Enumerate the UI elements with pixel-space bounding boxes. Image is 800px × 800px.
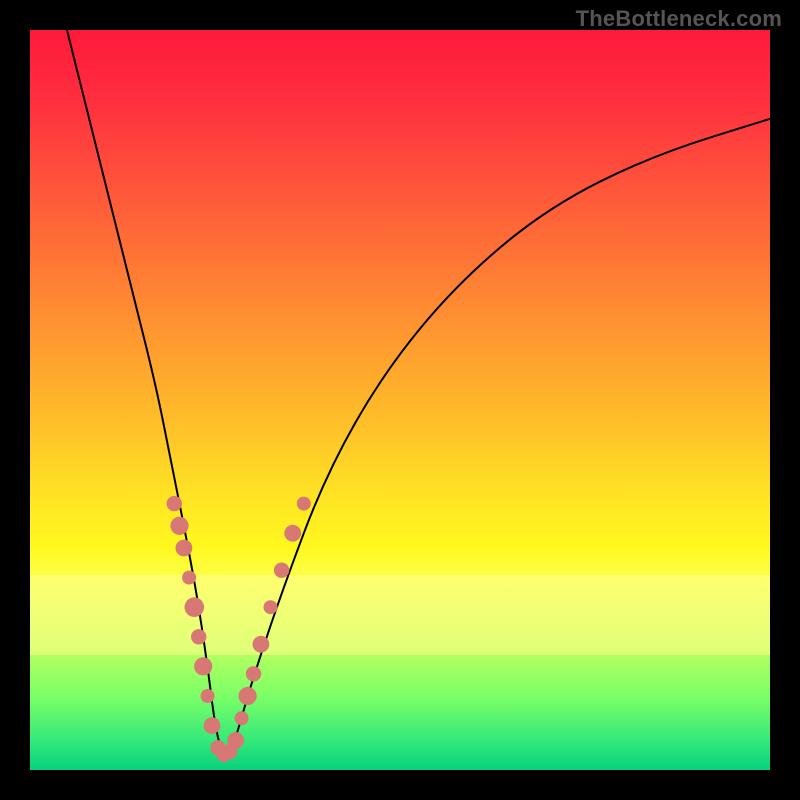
data-markers-group xyxy=(167,496,311,762)
data-marker xyxy=(264,600,278,614)
data-marker xyxy=(284,525,301,542)
data-marker xyxy=(170,517,188,535)
data-marker xyxy=(176,540,193,557)
data-marker xyxy=(182,571,196,585)
data-marker xyxy=(227,732,244,749)
data-marker xyxy=(201,689,215,703)
chart-frame xyxy=(30,30,770,770)
chart-svg xyxy=(30,30,770,770)
data-marker xyxy=(235,711,249,725)
data-marker xyxy=(274,563,289,578)
data-marker xyxy=(204,717,221,734)
watermark-text: TheBottleneck.com xyxy=(576,6,782,32)
data-marker xyxy=(246,666,261,681)
data-marker xyxy=(297,497,311,511)
data-marker xyxy=(191,629,206,644)
data-marker xyxy=(194,657,212,675)
data-marker xyxy=(239,687,257,705)
data-marker xyxy=(185,597,205,617)
data-marker xyxy=(253,636,270,653)
data-marker xyxy=(167,496,182,511)
bottleneck-curve xyxy=(67,30,770,755)
